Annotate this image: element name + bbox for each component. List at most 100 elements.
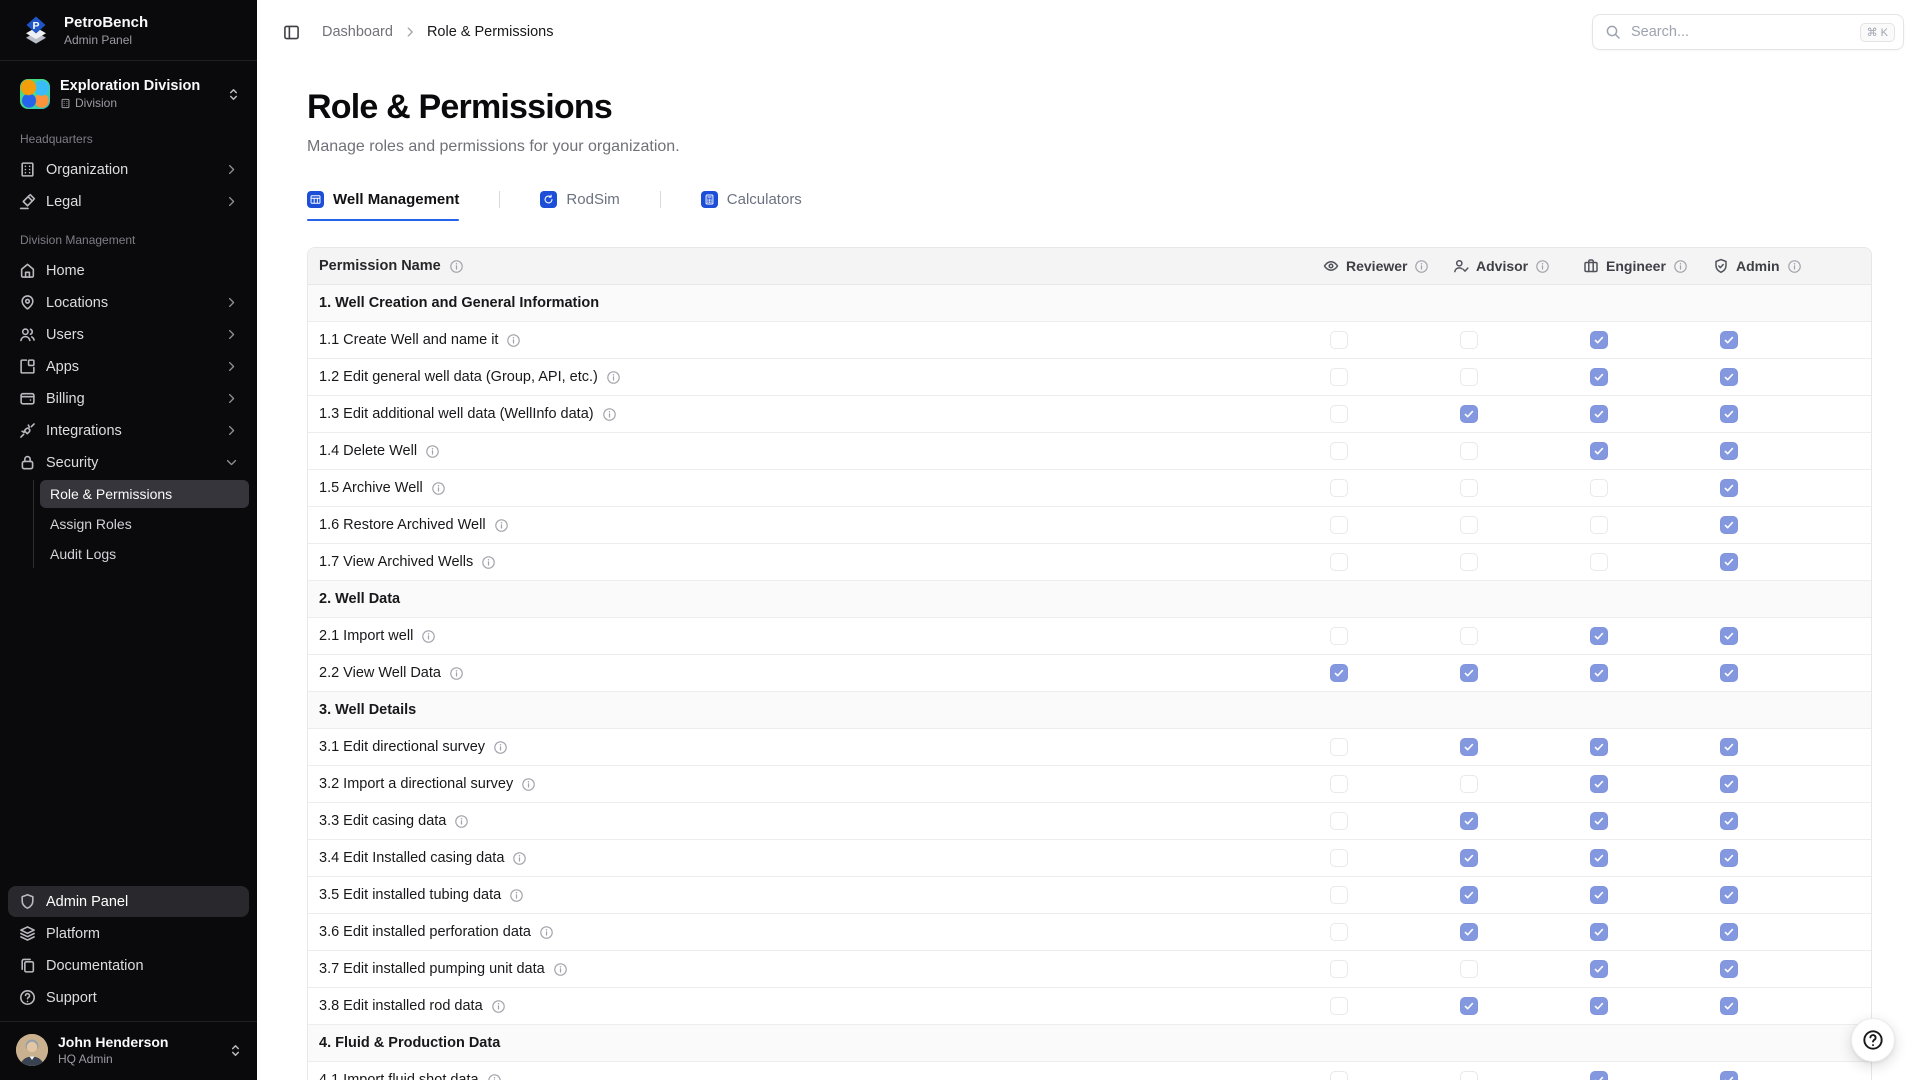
sidebar-subitem-assign-roles[interactable]: Assign Roles bbox=[40, 510, 249, 538]
sidebar-item-integrations[interactable]: Integrations bbox=[8, 415, 249, 446]
permission-checkbox-advisor[interactable] bbox=[1460, 664, 1478, 682]
permission-checkbox-engineer[interactable] bbox=[1590, 886, 1608, 904]
permission-checkbox-engineer[interactable] bbox=[1590, 405, 1608, 423]
permission-checkbox-reviewer[interactable] bbox=[1330, 479, 1348, 497]
permission-checkbox-advisor[interactable] bbox=[1460, 738, 1478, 756]
info-icon[interactable] bbox=[506, 333, 521, 348]
permission-checkbox-admin[interactable] bbox=[1720, 960, 1738, 978]
info-icon[interactable] bbox=[539, 925, 554, 940]
permission-checkbox-advisor[interactable] bbox=[1460, 516, 1478, 534]
sidebar-item-security[interactable]: Security bbox=[8, 447, 249, 478]
info-icon[interactable] bbox=[553, 962, 568, 977]
sidebar-item-documentation[interactable]: Documentation bbox=[8, 950, 249, 981]
permission-checkbox-reviewer[interactable] bbox=[1330, 997, 1348, 1015]
permission-checkbox-reviewer[interactable] bbox=[1330, 849, 1348, 867]
help-button[interactable] bbox=[1851, 1018, 1895, 1062]
permission-checkbox-engineer[interactable] bbox=[1590, 627, 1608, 645]
info-icon[interactable] bbox=[1535, 259, 1550, 274]
permission-checkbox-reviewer[interactable] bbox=[1330, 405, 1348, 423]
permission-checkbox-advisor[interactable] bbox=[1460, 849, 1478, 867]
permission-checkbox-reviewer[interactable] bbox=[1330, 886, 1348, 904]
sidebar-subitem-role-permissions[interactable]: Role & Permissions bbox=[40, 480, 249, 508]
permission-checkbox-advisor[interactable] bbox=[1460, 627, 1478, 645]
permission-checkbox-engineer[interactable] bbox=[1590, 479, 1608, 497]
sidebar-item-platform[interactable]: Platform bbox=[8, 918, 249, 949]
permission-checkbox-admin[interactable] bbox=[1720, 516, 1738, 534]
permission-checkbox-engineer[interactable] bbox=[1590, 331, 1608, 349]
info-icon[interactable] bbox=[602, 407, 617, 422]
permission-checkbox-engineer[interactable] bbox=[1590, 1071, 1608, 1080]
permission-checkbox-admin[interactable] bbox=[1720, 812, 1738, 830]
info-icon[interactable] bbox=[1673, 259, 1688, 274]
info-icon[interactable] bbox=[1414, 259, 1429, 274]
permission-checkbox-advisor[interactable] bbox=[1460, 1071, 1478, 1080]
permission-checkbox-engineer[interactable] bbox=[1590, 923, 1608, 941]
permission-checkbox-reviewer[interactable] bbox=[1330, 368, 1348, 386]
permission-checkbox-advisor[interactable] bbox=[1460, 775, 1478, 793]
permission-checkbox-engineer[interactable] bbox=[1590, 516, 1608, 534]
permission-checkbox-engineer[interactable] bbox=[1590, 442, 1608, 460]
permission-checkbox-engineer[interactable] bbox=[1590, 664, 1608, 682]
info-icon[interactable] bbox=[494, 518, 509, 533]
permission-checkbox-advisor[interactable] bbox=[1460, 997, 1478, 1015]
permission-checkbox-admin[interactable] bbox=[1720, 886, 1738, 904]
permission-checkbox-engineer[interactable] bbox=[1590, 368, 1608, 386]
sidebar-item-support[interactable]: Support bbox=[8, 982, 249, 1013]
info-icon[interactable] bbox=[481, 555, 496, 570]
permission-checkbox-advisor[interactable] bbox=[1460, 886, 1478, 904]
info-icon[interactable] bbox=[487, 1073, 502, 1080]
info-icon[interactable] bbox=[454, 814, 469, 829]
permission-checkbox-reviewer[interactable] bbox=[1330, 664, 1348, 682]
info-icon[interactable] bbox=[491, 999, 506, 1014]
info-icon[interactable] bbox=[425, 444, 440, 459]
info-icon[interactable] bbox=[493, 740, 508, 755]
info-icon[interactable] bbox=[449, 259, 464, 274]
permission-checkbox-reviewer[interactable] bbox=[1330, 331, 1348, 349]
permission-checkbox-engineer[interactable] bbox=[1590, 812, 1608, 830]
permission-checkbox-admin[interactable] bbox=[1720, 849, 1738, 867]
permission-checkbox-admin[interactable] bbox=[1720, 738, 1738, 756]
permission-checkbox-reviewer[interactable] bbox=[1330, 442, 1348, 460]
search-input[interactable] bbox=[1631, 24, 1860, 40]
permission-checkbox-engineer[interactable] bbox=[1590, 849, 1608, 867]
sidebar-item-apps[interactable]: Apps bbox=[8, 351, 249, 382]
info-icon[interactable] bbox=[521, 777, 536, 792]
permission-checkbox-advisor[interactable] bbox=[1460, 923, 1478, 941]
permission-checkbox-reviewer[interactable] bbox=[1330, 627, 1348, 645]
info-icon[interactable] bbox=[606, 370, 621, 385]
sidebar-item-locations[interactable]: Locations bbox=[8, 287, 249, 318]
info-icon[interactable] bbox=[431, 481, 446, 496]
permission-checkbox-admin[interactable] bbox=[1720, 627, 1738, 645]
tab-well-management[interactable]: Well Management bbox=[307, 184, 459, 214]
permission-checkbox-advisor[interactable] bbox=[1460, 812, 1478, 830]
permission-checkbox-reviewer[interactable] bbox=[1330, 775, 1348, 793]
permission-checkbox-admin[interactable] bbox=[1720, 405, 1738, 423]
permission-checkbox-engineer[interactable] bbox=[1590, 997, 1608, 1015]
info-icon[interactable] bbox=[509, 888, 524, 903]
permission-checkbox-advisor[interactable] bbox=[1460, 960, 1478, 978]
permission-checkbox-admin[interactable] bbox=[1720, 368, 1738, 386]
permission-checkbox-admin[interactable] bbox=[1720, 553, 1738, 571]
permission-checkbox-admin[interactable] bbox=[1720, 997, 1738, 1015]
sidebar-item-organization[interactable]: Organization bbox=[8, 154, 249, 185]
sidebar-item-users[interactable]: Users bbox=[8, 319, 249, 350]
permission-checkbox-reviewer[interactable] bbox=[1330, 738, 1348, 756]
breadcrumb-dashboard[interactable]: Dashboard bbox=[322, 24, 393, 40]
info-icon[interactable] bbox=[512, 851, 527, 866]
permission-checkbox-reviewer[interactable] bbox=[1330, 553, 1348, 571]
permission-checkbox-reviewer[interactable] bbox=[1330, 923, 1348, 941]
permission-checkbox-reviewer[interactable] bbox=[1330, 1071, 1348, 1080]
org-switcher[interactable]: Exploration Division Division bbox=[8, 71, 249, 117]
permission-checkbox-admin[interactable] bbox=[1720, 479, 1738, 497]
permission-checkbox-advisor[interactable] bbox=[1460, 553, 1478, 571]
user-menu[interactable]: John Henderson HQ Admin bbox=[0, 1021, 257, 1080]
permission-checkbox-engineer[interactable] bbox=[1590, 738, 1608, 756]
tab-rodsim[interactable]: RodSim bbox=[540, 184, 619, 214]
sidebar-toggle-icon[interactable] bbox=[283, 24, 300, 41]
permission-checkbox-admin[interactable] bbox=[1720, 331, 1738, 349]
tab-calculators[interactable]: Calculators bbox=[701, 184, 802, 214]
permission-checkbox-advisor[interactable] bbox=[1460, 479, 1478, 497]
permission-checkbox-admin[interactable] bbox=[1720, 1071, 1738, 1080]
permission-checkbox-admin[interactable] bbox=[1720, 442, 1738, 460]
sidebar-item-home[interactable]: Home bbox=[8, 255, 249, 286]
